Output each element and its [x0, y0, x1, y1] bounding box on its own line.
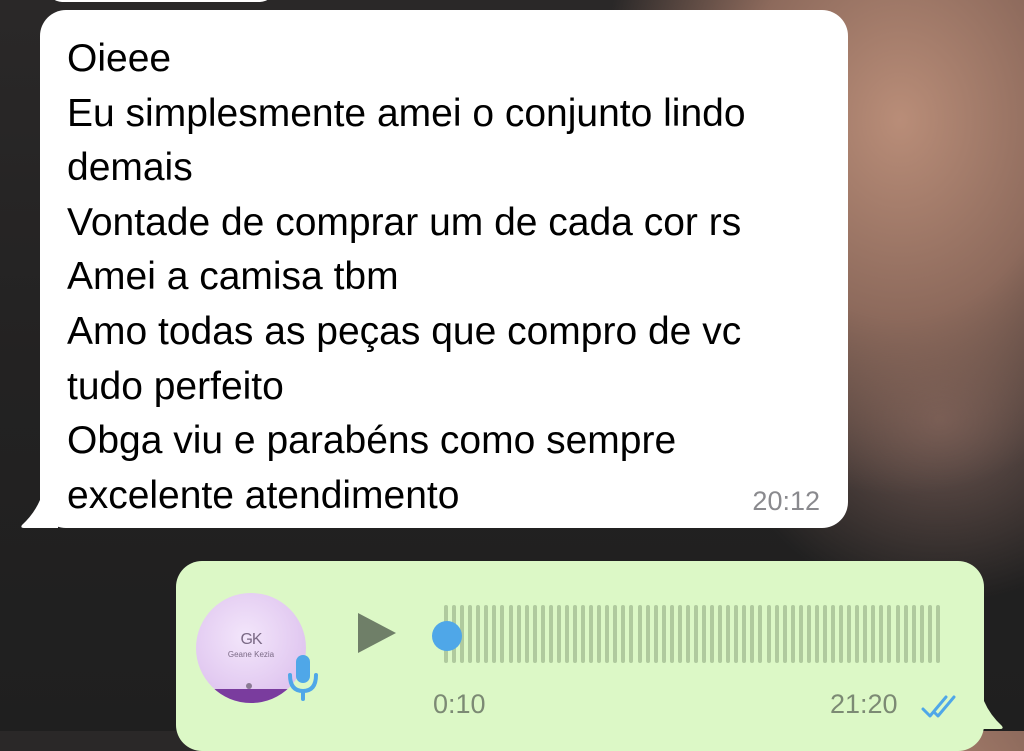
waveform-bar	[693, 605, 698, 663]
waveform-bar	[589, 605, 594, 663]
waveform-bar	[871, 605, 876, 663]
avatar-logo-mark: GK	[240, 631, 262, 648]
waveform-bar	[540, 605, 545, 663]
waveform-bar	[605, 605, 610, 663]
waveform-bar	[742, 605, 747, 663]
waveform-bar	[677, 605, 682, 663]
waveform-bar	[831, 605, 835, 663]
waveform-bar	[613, 605, 618, 663]
incoming-message-bubble[interactable]: Oieee Eu simplesmente amei o conjunto li…	[21, 10, 848, 528]
waveform-bar	[661, 605, 666, 663]
waveform-bar	[895, 605, 900, 663]
message-line: excelente atendimento	[67, 473, 460, 517]
play-icon[interactable]	[356, 611, 398, 655]
waveform-bar	[669, 605, 674, 663]
waveform-bar	[468, 605, 473, 663]
microphone-icon	[288, 655, 318, 701]
waveform-bar	[581, 605, 586, 663]
message-line: Eu simplesmente amei o conjunto lindo	[67, 91, 746, 135]
waveform-bar	[710, 605, 715, 663]
waveform-bar	[629, 605, 634, 663]
waveform-bar	[766, 605, 771, 663]
incoming-bubble-tail	[21, 500, 58, 528]
waveform-bar	[822, 605, 827, 663]
waveform-bar	[548, 605, 553, 663]
voice-duration: 0:10	[433, 689, 486, 719]
waveform-bar	[879, 605, 884, 663]
waveform-bar	[685, 605, 690, 663]
incoming-message-timestamp: 20:12	[752, 486, 820, 516]
waveform-bar	[476, 605, 481, 663]
waveform-bar	[621, 605, 626, 663]
double-check-read-icon	[921, 695, 956, 718]
waveform-bar	[782, 605, 787, 663]
message-line: Oieee	[67, 37, 172, 80]
message-line: Amei a camisa tbm	[67, 255, 399, 299]
waveform-bar	[645, 605, 650, 663]
waveform-bar	[814, 605, 819, 663]
voice-message-bubble[interactable]: GK Geane Kezia 0:10 21:20	[176, 561, 1003, 751]
waveform-bar	[887, 605, 892, 663]
waveform-bar	[919, 605, 924, 663]
waveform-bar	[637, 605, 642, 663]
waveform-bar	[492, 605, 497, 663]
waveform-bar	[516, 605, 521, 663]
waveform-bar	[726, 605, 731, 663]
waveform-bar	[806, 605, 811, 663]
voice-message-timestamp: 21:20	[830, 689, 898, 719]
waveform-bar	[935, 605, 940, 663]
message-line: Vontade de comprar um de cada cor rs	[67, 200, 742, 244]
waveform-bar	[774, 605, 779, 663]
message-line: tudo perfeito	[67, 364, 284, 408]
message-line: Amo todas as peças que compro de vc	[67, 309, 742, 353]
previous-message-bubble-edge	[48, 0, 274, 2]
message-text: Oieee Eu simplesmente amei o conjunto li…	[67, 32, 746, 523]
waveform-bar	[734, 605, 739, 663]
waveform-bar	[532, 605, 537, 663]
waveform-bar	[847, 605, 852, 663]
waveform-bar	[750, 605, 755, 663]
outgoing-bubble-tail	[966, 701, 1003, 729]
waveform-bar	[863, 605, 868, 663]
waveform-bar	[653, 605, 658, 663]
waveform-bar	[524, 605, 529, 663]
waveform-bar	[927, 605, 932, 663]
waveform-bar	[508, 605, 513, 663]
waveform-bar	[798, 605, 803, 663]
waveform-bar	[839, 605, 844, 663]
message-line: Obga viu e parabéns como sempre	[67, 419, 677, 463]
waveform-bar	[790, 605, 795, 663]
waveform-bar	[500, 605, 505, 663]
waveform-bar	[564, 605, 569, 663]
waveform-bar	[556, 605, 561, 663]
waveform-bar	[573, 605, 577, 663]
waveform-bar	[903, 605, 908, 663]
waveform-bar	[758, 605, 763, 663]
waveform-bar	[702, 605, 706, 663]
waveform-bar	[597, 605, 602, 663]
playback-scrubber[interactable]	[432, 621, 462, 651]
voice-waveform[interactable]	[444, 603, 940, 665]
waveform-bar	[718, 605, 723, 663]
message-line: demais	[67, 146, 193, 190]
waveform-bar	[911, 605, 916, 663]
waveform-bar	[855, 605, 860, 663]
waveform-bar	[484, 605, 489, 663]
